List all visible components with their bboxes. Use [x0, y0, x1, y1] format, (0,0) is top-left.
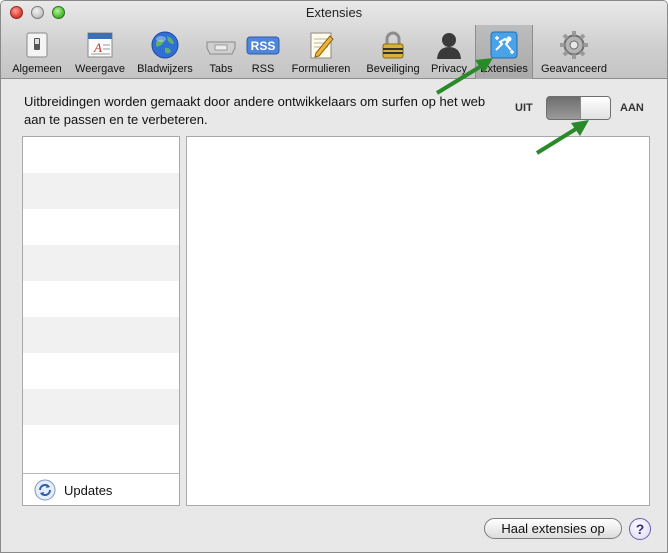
tab-bladwijzers[interactable]: Bladwijzers	[132, 27, 198, 79]
pencil-paper-icon	[310, 32, 334, 59]
rss-badge-text: RSS	[251, 39, 276, 53]
window-title: Extensies	[305, 5, 363, 20]
tab-tabs[interactable]: Tabs	[200, 27, 242, 79]
extension-detail-pane	[186, 136, 650, 506]
list-item	[23, 389, 179, 425]
toggle-off-label: UIT	[515, 102, 533, 114]
tab-label: Beveiliging	[366, 63, 420, 75]
switch-icon	[26, 32, 48, 58]
extensions-description: Uitbreidingen worden gemaakt door andere…	[24, 94, 486, 127]
tab-label: Geavanceerd	[540, 63, 608, 75]
refresh-icon	[34, 479, 56, 501]
list-item	[23, 425, 179, 461]
list-item	[23, 173, 179, 209]
tab-privacy[interactable]: Privacy	[427, 27, 471, 79]
updates-item[interactable]: Updates	[23, 473, 179, 505]
updates-label: Updates	[64, 483, 113, 498]
tab-geavanceerd[interactable]: Geavanceerd	[537, 27, 611, 79]
puzzle-icon	[490, 31, 518, 59]
toolbar: Extensies Algemeen A Weergave Bladwijzer…	[1, 1, 667, 79]
list-item	[23, 137, 179, 173]
extensions-toggle-switch[interactable]	[546, 96, 611, 120]
extensions-list[interactable]: Updates	[22, 136, 180, 506]
tab-label: Bladwijzers	[137, 63, 193, 75]
tab-algemeen[interactable]: Algemeen	[7, 27, 67, 79]
tab-extensies[interactable]: Extensies	[475, 25, 533, 79]
tab-label: Formulieren	[291, 63, 351, 75]
list-item	[23, 209, 179, 245]
tab-formulieren[interactable]: Formulieren	[285, 27, 357, 79]
list-item	[23, 353, 179, 389]
svg-text:A: A	[93, 40, 102, 55]
preferences-window: Extensies Algemeen A Weergave Bladwijzer…	[0, 0, 668, 553]
tab-label: Algemeen	[12, 63, 62, 75]
person-silhouette-icon	[437, 33, 461, 59]
tab-label: Weergave	[75, 63, 125, 75]
toggle-on-label: AAN	[620, 102, 644, 114]
tab-label: Extensies	[480, 63, 528, 75]
tab-label: Privacy	[430, 63, 468, 75]
help-button[interactable]: ?	[629, 518, 651, 540]
tab-weergave[interactable]: A Weergave	[69, 27, 131, 79]
tab-beveiliging[interactable]: Beveiliging	[361, 27, 425, 79]
list-item	[23, 245, 179, 281]
tab-label: Tabs	[209, 63, 233, 75]
list-item	[23, 317, 179, 353]
font-icon: A	[87, 32, 113, 58]
gear-icon	[560, 31, 588, 59]
get-extensions-button[interactable]: Haal extensies op	[484, 518, 622, 539]
rss-icon: RSS	[246, 36, 280, 55]
tab-label: RSS	[251, 63, 275, 75]
tab-rss[interactable]: RSS RSS	[243, 27, 283, 79]
toggle-knob[interactable]	[580, 97, 610, 119]
globe-icon	[151, 31, 179, 59]
tabs-icon	[206, 41, 236, 55]
lock-icon	[382, 31, 404, 59]
list-item	[23, 281, 179, 317]
